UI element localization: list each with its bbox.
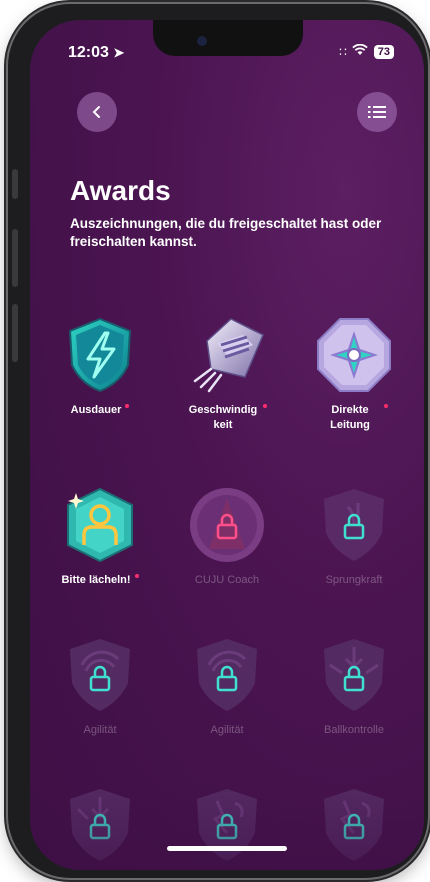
page-title: Awards: [70, 175, 171, 206]
award-bitte-laecheln[interactable]: Bitte lächeln!: [40, 485, 160, 588]
award-direkte-leitung[interactable]: Direkte Leitung: [294, 315, 414, 433]
chevron-left-icon: [92, 106, 100, 118]
phone-frame: 12:03 ➤ ∷ 73 Awards Auszeichnungen, die …: [8, 4, 428, 878]
lightning-shield-icon: [68, 317, 132, 393]
award-ballkontrolle[interactable]: Ballkontrolle: [294, 635, 414, 738]
home-indicator[interactable]: [167, 846, 287, 851]
shield-lock-icon: [324, 489, 384, 561]
battery-badge: 73: [373, 44, 394, 59]
shield-lock-icon: [70, 639, 130, 711]
award-geschwindigkeit[interactable]: Geschwindig keit: [167, 315, 287, 433]
app-screen: 12:03 ➤ ∷ 73 Awards Auszeichnungen, die …: [30, 20, 424, 870]
award-agilitaet[interactable]: Agilität: [40, 635, 160, 738]
shield-lock-icon: [324, 639, 384, 711]
award-label: Ballkontrolle: [324, 724, 384, 736]
page-subtitle: Auszeichnungen, die du freigeschaltet ha…: [70, 216, 382, 249]
award-label: CUJU Coach: [194, 574, 260, 586]
list-icon: [368, 106, 386, 118]
camera-icon: [197, 36, 207, 46]
award-label: Direkte Leitung: [294, 403, 414, 433]
award-agilitaet-2[interactable]: Agilität: [167, 635, 287, 738]
award-sprungkraft[interactable]: Sprungkraft: [294, 485, 414, 588]
new-indicator-dot: [384, 404, 388, 408]
status-time-text: 12:03: [68, 44, 109, 61]
status-time: 12:03 ➤: [68, 44, 124, 62]
status-indicators: ∷ 73: [339, 43, 394, 59]
award-label: Ausdauer: [40, 403, 160, 418]
notch: [153, 20, 303, 56]
shield-lock-icon: [197, 639, 257, 711]
award-label: Sprungkraft: [325, 574, 383, 586]
signal-icon: ∷: [339, 44, 347, 59]
bottom-fade: [30, 780, 424, 870]
new-indicator-dot: [263, 404, 267, 408]
award-label: Agilität: [83, 724, 117, 736]
compass-octagon-icon: [317, 318, 391, 392]
menu-button[interactable]: [357, 92, 397, 132]
location-arrow-icon: ➤: [113, 45, 125, 60]
award-label: Agilität: [210, 724, 244, 736]
new-indicator-dot: [134, 574, 139, 578]
award-label: Geschwindig keit: [167, 403, 287, 433]
mute-switch: [12, 169, 18, 199]
new-indicator-dot: [125, 404, 130, 408]
award-label: Bitte lächeln!: [40, 573, 160, 588]
back-button[interactable]: [77, 92, 117, 132]
cone-lock-icon: [190, 488, 264, 562]
wifi-icon: [352, 43, 368, 59]
award-ausdauer[interactable]: Ausdauer: [40, 315, 160, 418]
award-cuju-coach[interactable]: CUJU Coach: [167, 485, 287, 588]
volume-down-button: [12, 304, 18, 362]
speed-crystal-icon: [193, 318, 264, 393]
volume-up-button: [12, 229, 18, 287]
person-hexagon-icon: [67, 487, 133, 563]
